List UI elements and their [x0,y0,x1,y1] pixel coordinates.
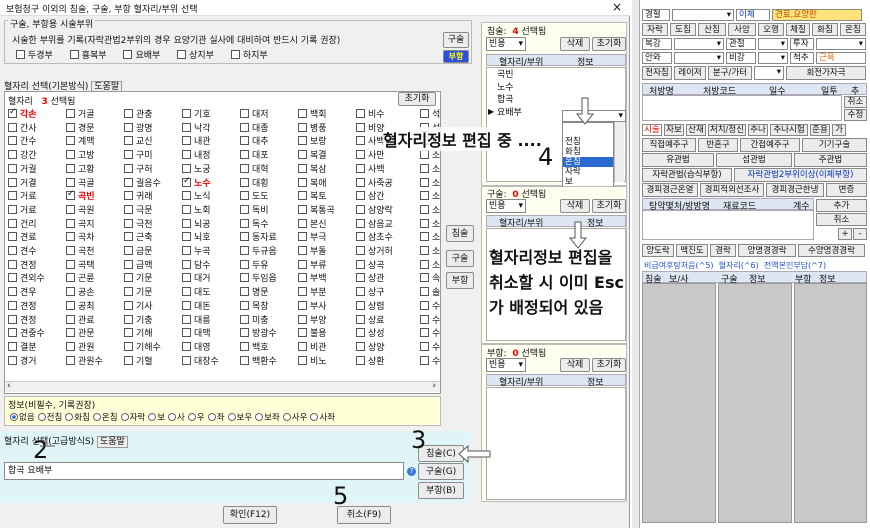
rp-button[interactable]: 간접예주구 [740,138,800,152]
splitter [632,0,640,528]
arrow-down-icon [568,221,588,249]
rp-filter-button[interactable]: 산침 [698,23,726,36]
rp-label: 투자 [790,38,814,50]
rp-filter-button[interactable]: 체질 [786,23,810,36]
rp-grid-chim [642,283,716,523]
rp-tab[interactable]: 추나 [748,124,768,136]
rp-label: 안와 [642,52,672,64]
rp-tab[interactable]: 양명경경락 [738,244,796,257]
rp-tab[interactable]: 양도락 [642,244,674,257]
rp-tab[interactable]: 가 [832,124,846,136]
rp-button[interactable]: 회전가자극 [786,66,866,80]
rp-status: 비급여후탕처음(^5) 혈자리(^6) 전액본인부담(^7) [644,261,827,270]
rp-dropdown[interactable]: ▾ [816,38,866,50]
rp-dropdown[interactable]: ▾ [674,38,724,50]
rp-dropdown[interactable]: ▾ [754,66,784,80]
rp-grid-gu [718,283,792,523]
rp-tag: 이체 [736,9,770,21]
rp-button[interactable]: 유관법 [642,153,714,167]
chevron-down-icon: ▾ [726,10,731,20]
rp-button[interactable]: 레이저 [674,66,706,80]
rp-selection: 견료,요양판 [772,9,862,21]
rp-table2-body [642,210,814,240]
category-label: 경혈 [642,9,670,21]
rp-minus[interactable]: - [853,228,867,240]
rp-tab[interactable]: 산재 [686,124,706,136]
rp-button[interactable]: 경피경근한냉 [766,183,824,197]
rp-label: 복강 [642,38,672,50]
rp-table-header: 처방명 처방코드 일수 일투 추가 [642,83,867,110]
rp-button[interactable]: 경피경근온열 [642,183,698,197]
rp-dropdown[interactable]: ▾ [674,52,724,64]
rp-button[interactable]: 주관법 [794,153,867,167]
rp-button[interactable]: 섬관법 [716,153,792,167]
rp-tab[interactable]: 준용 [810,124,830,136]
rp-tabs2: 양도락 맥진도 경락 양명경경락 수양명경경락 [642,244,867,258]
rp-filter-button[interactable]: 도침 [670,23,696,36]
rp-tabs: 시술 자보 산재 처치/정신 추나 추나시험 준용 가 [642,124,867,136]
arrow-left-icon [458,444,491,464]
rp-label: 비강 [726,52,756,64]
rp-label: 관절 [726,38,756,50]
rp-label: 척추 [790,52,814,64]
rp-button[interactable]: 기기구술 [802,138,867,152]
rp-edit[interactable]: 수정 [844,109,867,121]
rp-row2: 자락 도침 산침 사암 오행 체질 화침 온침 [642,23,867,36]
rp-dropdown[interactable]: ▾ [758,52,788,64]
rp-filter-button[interactable]: 자락 [642,23,668,36]
rp-tab[interactable]: 시술 [642,124,662,136]
rp-button[interactable]: 자락관법(습식부항) [642,168,732,182]
rp-filter-button[interactable]: 오행 [758,23,784,36]
category-dropdown[interactable]: ▾ [672,9,734,21]
rp-tab[interactable]: 처치/정신 [708,124,746,136]
rp-button[interactable]: 전자침 [642,66,672,80]
rp-filter-button[interactable]: 사암 [728,23,756,36]
rp-plus[interactable]: + [838,228,852,240]
rp-filter-button[interactable]: 온침 [840,23,866,36]
rp-filter-button[interactable]: 화침 [812,23,838,36]
rp-cancel[interactable]: 취소 [844,96,867,108]
rp-button[interactable]: 분구/가터 [708,66,752,80]
rp-tab[interactable]: 경락 [710,244,736,257]
rp-cancel2[interactable]: 취소 [816,213,867,226]
rp-button[interactable]: 직접예주구 [642,138,696,152]
rp-button[interactable]: 반혼구 [698,138,738,152]
rp-table2-header: 탕약몇처/방방명 재료코드 계수 [642,198,814,212]
rp-tab[interactable]: 맥진도 [676,244,708,257]
rp-table-body [642,95,842,121]
rp-dropdown[interactable]: ▾ [758,38,788,50]
rp-button[interactable]: 자락관법2부위이상(이체부항) [734,168,867,182]
rp-table3-header: 침술 보/사 구술 정보 부항 정보 [642,271,867,285]
rp-button[interactable]: 변증 [826,183,867,197]
rp-button[interactable]: 경피적외선조사 [700,183,764,197]
rp-value: 근육 [816,52,866,64]
rp-tab[interactable]: 추나시험 [770,124,808,136]
rp-tab[interactable]: 자보 [664,124,684,136]
rp-tab[interactable]: 수양명경경락 [798,244,865,257]
rp-grid-bu [794,283,867,523]
rp-add[interactable]: 추가 [816,199,867,212]
arrow-down-icon [575,97,595,125]
